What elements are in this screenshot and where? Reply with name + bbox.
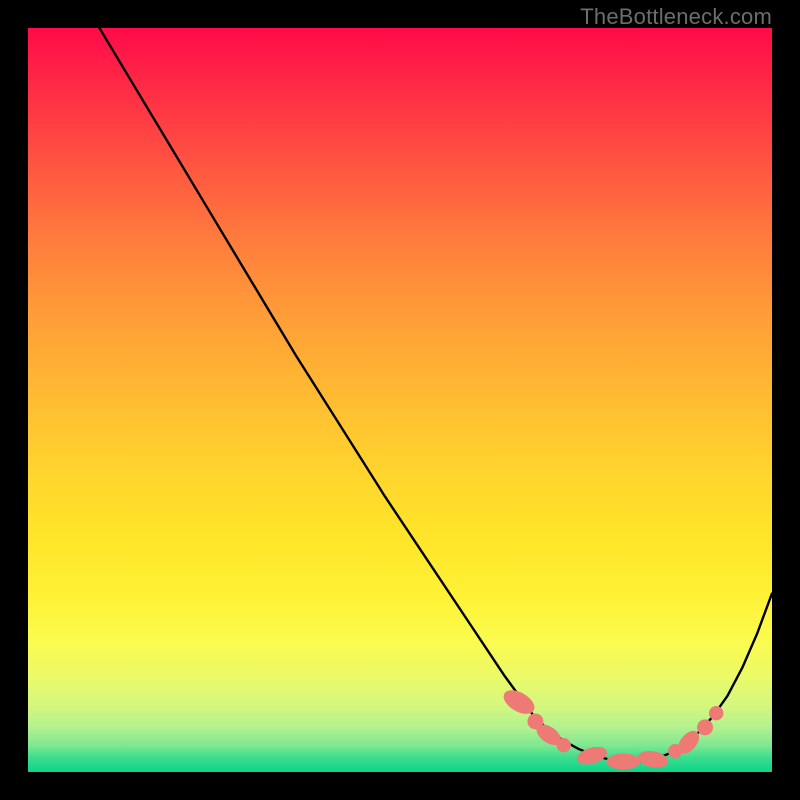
curve-markers: [500, 686, 723, 769]
chart-frame: TheBottleneck.com: [0, 0, 800, 800]
bottleneck-curve: [28, 28, 772, 762]
plot-area: [28, 28, 772, 772]
curve-layer: [28, 28, 772, 772]
curve-marker: [698, 720, 713, 735]
curve-marker: [710, 707, 723, 720]
curve-marker: [637, 749, 669, 769]
watermark-text: TheBottleneck.com: [580, 4, 772, 30]
curve-marker: [607, 754, 640, 769]
curve-marker: [557, 739, 570, 752]
curve-marker: [576, 744, 609, 767]
